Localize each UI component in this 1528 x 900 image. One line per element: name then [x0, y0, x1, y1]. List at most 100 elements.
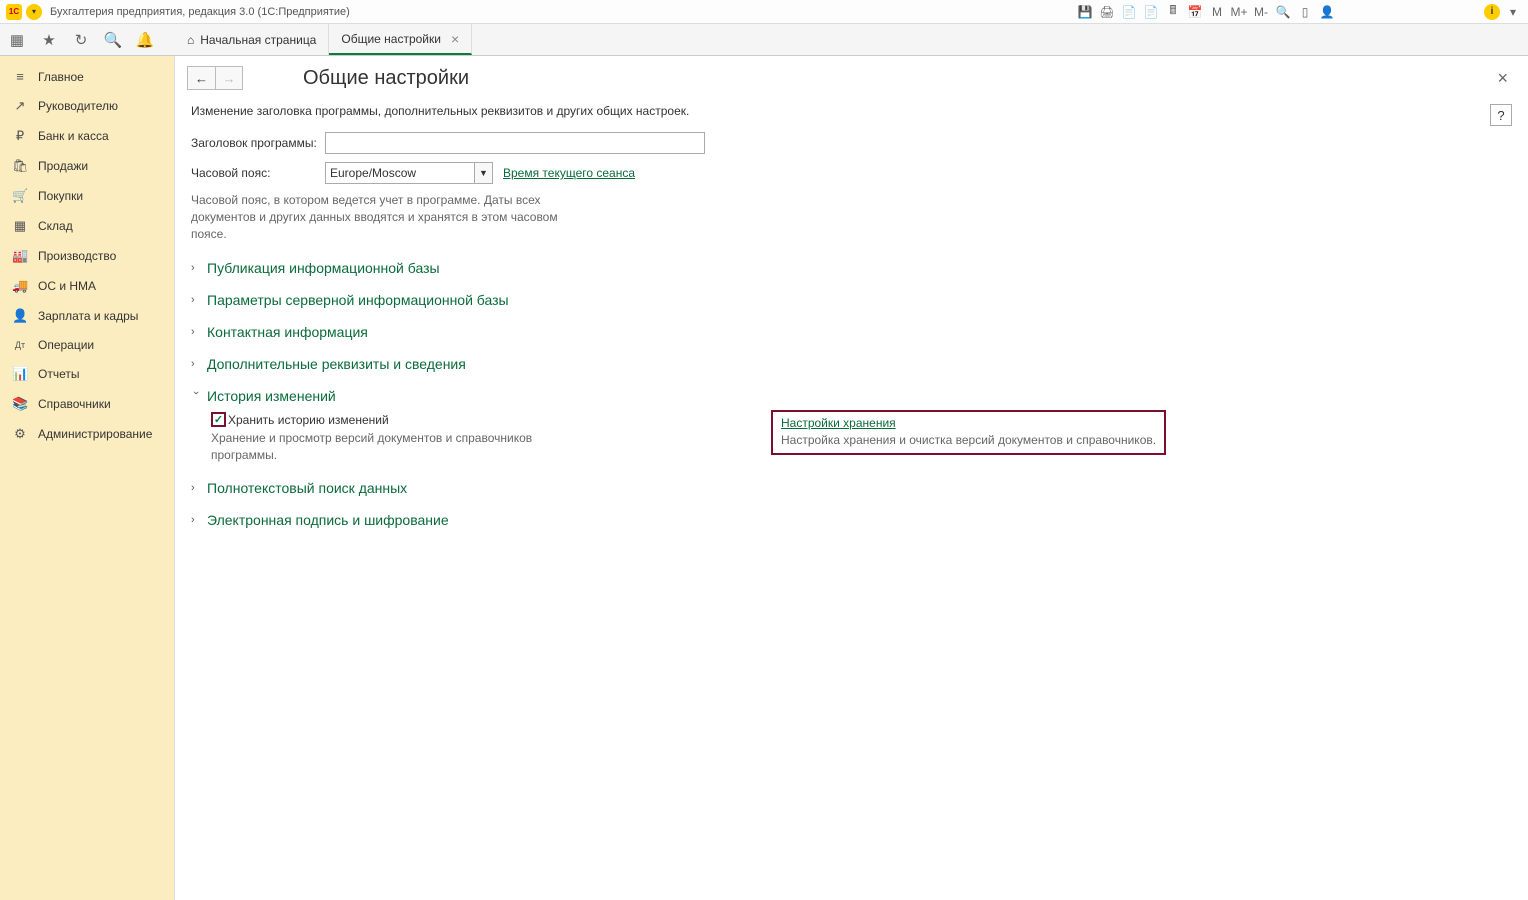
- sidebar-item-admin[interactable]: ⚙Администрирование: [0, 419, 174, 449]
- tab-home[interactable]: ⌂ Начальная страница: [175, 24, 329, 55]
- home-icon: ⌂: [187, 33, 194, 47]
- sidebar-item-label: Покупки: [38, 189, 83, 203]
- sidebar-item-label: Администрирование: [38, 427, 152, 441]
- factory-icon: 🏭: [12, 248, 28, 264]
- doc-icon[interactable]: 📄: [1120, 3, 1138, 21]
- star-icon[interactable]: ★: [40, 31, 58, 49]
- menu-icon: ≡: [12, 69, 28, 84]
- bell-icon[interactable]: 🔔: [136, 31, 154, 49]
- section-signature: › Электронная подпись и шифрование: [191, 508, 1512, 532]
- session-time-link[interactable]: Время текущего сеанса: [503, 166, 635, 180]
- timezone-value: Europe/Moscow: [325, 162, 475, 184]
- chevron-right-icon: ›: [191, 326, 201, 338]
- sidebar: ≡Главное ↗Руководителю ₽Банк и касса 🛍Пр…: [0, 56, 175, 900]
- books-icon: 📚: [12, 396, 28, 412]
- titlebar: 1С ▾ Бухгалтерия предприятия, редакция 3…: [0, 0, 1528, 24]
- section-server: › Параметры серверной информационной баз…: [191, 288, 1512, 312]
- sidebar-item-purchases[interactable]: 🛒 Покупки: [0, 181, 174, 211]
- save-icon[interactable]: 💾: [1076, 3, 1094, 21]
- sidebar-item-operations[interactable]: ДтОперации: [0, 331, 174, 359]
- section-title: Публикация информационной базы: [207, 260, 440, 276]
- section-body: ✓ Хранить историю изменений Хранение и п…: [191, 408, 1512, 468]
- sidebar-item-label: Склад: [38, 219, 73, 233]
- sidebar-item-label: Продажи: [38, 159, 88, 173]
- quickbar: ▦ ★ ↻ 🔍 🔔: [0, 24, 175, 55]
- sidebar-item-label: Руководителю: [38, 99, 118, 113]
- sidebar-item-sales[interactable]: 🛍Продажи: [0, 151, 174, 181]
- sidebar-item-label: ОС и НМА: [38, 279, 96, 293]
- storage-settings-link[interactable]: Настройки хранения: [781, 416, 896, 430]
- history-left: ✓ Хранить историю изменений Хранение и п…: [211, 412, 571, 464]
- sidebar-item-references[interactable]: 📚 Справочники: [0, 389, 174, 419]
- section-header[interactable]: › История изменений: [191, 384, 1512, 408]
- cart-icon: 🛒: [12, 188, 28, 204]
- sidebar-item-label: Отчеты: [38, 367, 79, 381]
- section-title: Параметры серверной информационной базы: [207, 292, 509, 308]
- sidebar-item-salary[interactable]: 👤Зарплата и кадры: [0, 301, 174, 331]
- sidebar-item-main[interactable]: ≡Главное: [0, 62, 174, 91]
- truck-icon: 🚚: [12, 278, 28, 294]
- forward-button[interactable]: →: [215, 66, 243, 90]
- program-title-input[interactable]: [325, 132, 705, 154]
- chevron-down-icon: ›: [190, 391, 202, 401]
- checkbox-desc: Хранение и просмотр версий документов и …: [211, 430, 571, 464]
- sidebar-item-production[interactable]: 🏭 Производство: [0, 241, 174, 271]
- chevron-down-icon[interactable]: ▼: [475, 162, 493, 184]
- section-history: › История изменений ✓ Хранить историю из…: [191, 384, 1512, 468]
- page-close-button[interactable]: ×: [1489, 68, 1516, 89]
- section-title: Дополнительные реквизиты и сведения: [207, 356, 466, 372]
- history-row: ✓ Хранить историю изменений Хранение и п…: [211, 412, 1512, 464]
- help-button[interactable]: ?: [1490, 104, 1512, 126]
- apps-icon[interactable]: ▦: [8, 31, 26, 49]
- section-header[interactable]: › Дополнительные реквизиты и сведения: [191, 352, 1512, 376]
- mminus-icon[interactable]: M-: [1252, 3, 1270, 21]
- zoom-icon[interactable]: 🔍: [1274, 3, 1292, 21]
- calc-icon[interactable]: 🖩: [1164, 3, 1182, 21]
- sidebar-item-assets[interactable]: 🚚 ОС и НМА: [0, 271, 174, 301]
- info-icon[interactable]: i: [1484, 4, 1500, 20]
- timezone-select[interactable]: Europe/Moscow ▼: [325, 162, 493, 184]
- m-icon[interactable]: M: [1208, 3, 1226, 21]
- storage-settings-desc: Настройка хранения и очистка версий доку…: [781, 433, 1156, 447]
- section-header[interactable]: › Электронная подпись и шифрование: [191, 508, 1512, 532]
- section-header[interactable]: › Публикация информационной базы: [191, 256, 1512, 280]
- doc2-icon[interactable]: 📄: [1142, 3, 1160, 21]
- section-publication: › Публикация информационной базы: [191, 256, 1512, 280]
- dropdown-icon[interactable]: ▾: [26, 4, 42, 20]
- section-additional: › Дополнительные реквизиты и сведения: [191, 352, 1512, 376]
- bars-icon: 📊: [12, 366, 28, 382]
- ruble-icon: ₽: [12, 128, 28, 144]
- tab-active[interactable]: Общие настройки ×: [329, 24, 472, 55]
- close-icon[interactable]: ×: [451, 31, 459, 47]
- section-header[interactable]: › Параметры серверной информационной баз…: [191, 288, 1512, 312]
- section-header[interactable]: › Контактная информация: [191, 320, 1512, 344]
- history-icon[interactable]: ↻: [72, 31, 90, 49]
- sidebar-item-label: Зарплата и кадры: [38, 309, 138, 323]
- row-program-title: Заголовок программы:: [191, 132, 1512, 154]
- chevron-right-icon: ›: [191, 262, 201, 274]
- panel-icon[interactable]: ▯: [1296, 3, 1314, 21]
- search-icon[interactable]: 🔍: [104, 31, 122, 49]
- back-button[interactable]: ←: [187, 66, 215, 90]
- tab-active-label: Общие настройки: [341, 32, 441, 46]
- keep-history-checkbox[interactable]: ✓: [211, 412, 226, 427]
- row-timezone: Часовой пояс: Europe/Moscow ▼ Время теку…: [191, 162, 1512, 184]
- sidebar-item-label: Производство: [38, 249, 116, 263]
- debit-icon: Дт: [12, 340, 28, 350]
- print-icon[interactable]: 🖨: [1098, 3, 1116, 21]
- section-title: Контактная информация: [207, 324, 368, 340]
- info-dropdown-icon[interactable]: ▾: [1504, 3, 1522, 21]
- app-title: Бухгалтерия предприятия, редакция 3.0 (1…: [50, 6, 350, 18]
- tabs: ⌂ Начальная страница Общие настройки ×: [175, 24, 472, 55]
- section-title: История изменений: [207, 388, 336, 404]
- sidebar-item-bank[interactable]: ₽Банк и касса: [0, 121, 174, 151]
- sidebar-item-label: Справочники: [38, 397, 111, 411]
- mplus-icon[interactable]: M+: [1230, 3, 1248, 21]
- user-icon[interactable]: 👤: [1318, 3, 1336, 21]
- chevron-right-icon: ›: [191, 482, 201, 494]
- sidebar-item-manager[interactable]: ↗Руководителю: [0, 91, 174, 121]
- calendar-icon[interactable]: 📅: [1186, 3, 1204, 21]
- sidebar-item-reports[interactable]: 📊 Отчеты: [0, 359, 174, 389]
- sidebar-item-warehouse[interactable]: ▦Склад: [0, 211, 174, 241]
- section-header[interactable]: › Полнотекстовый поиск данных: [191, 476, 1512, 500]
